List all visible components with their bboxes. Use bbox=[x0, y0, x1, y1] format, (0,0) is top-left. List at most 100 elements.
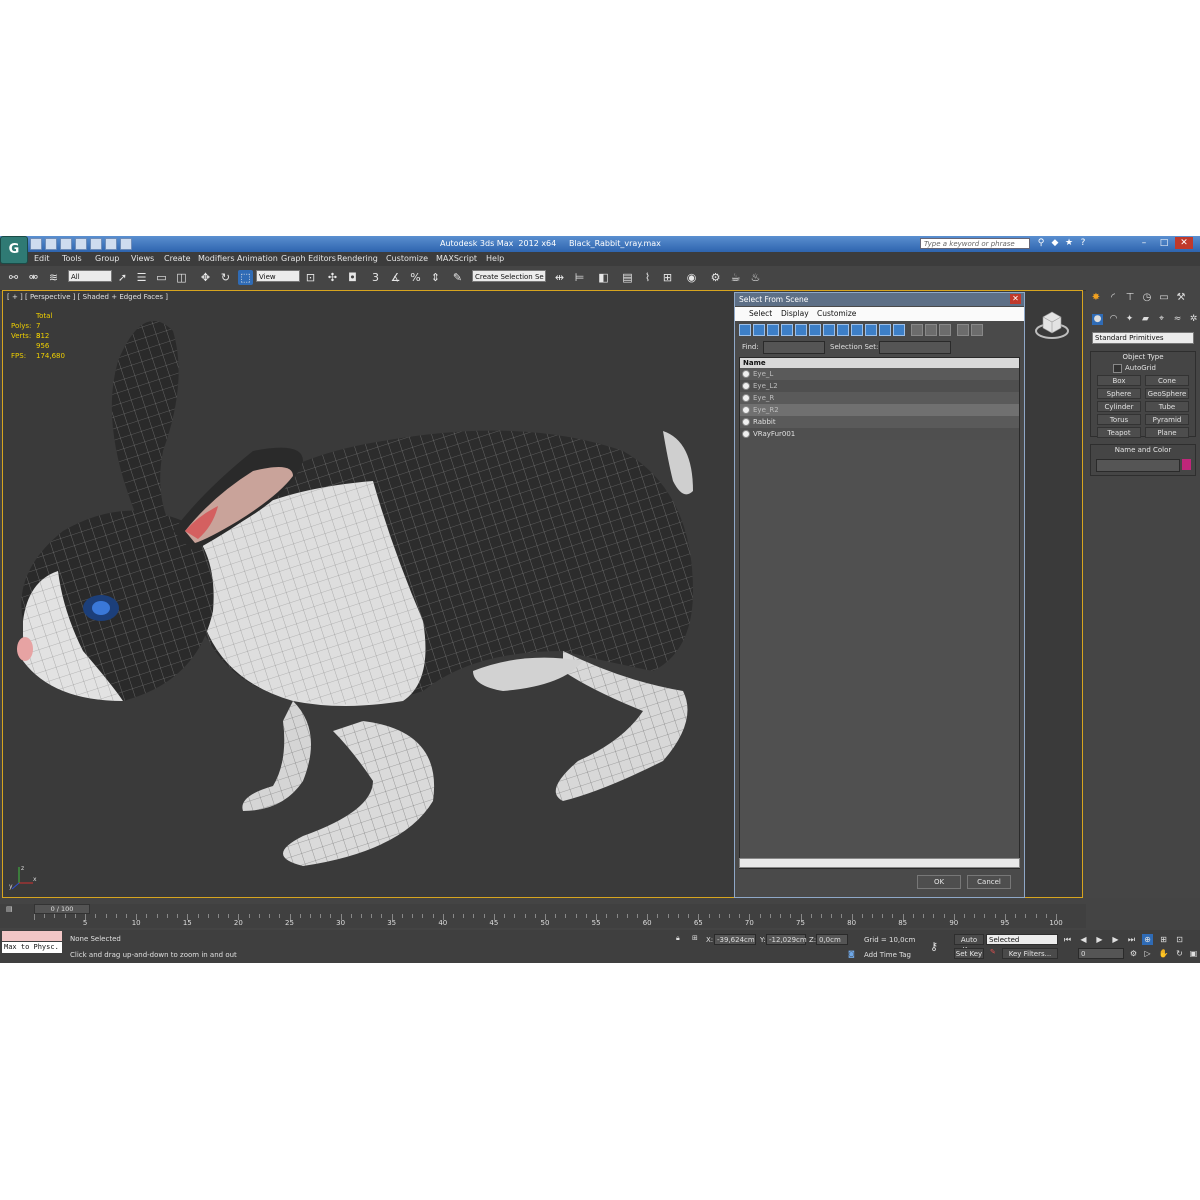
select-invert-icon[interactable] bbox=[939, 324, 951, 336]
orbit-icon[interactable]: ↻ bbox=[1174, 948, 1185, 959]
select-all-icon[interactable] bbox=[911, 324, 923, 336]
undo-icon[interactable] bbox=[75, 238, 87, 250]
dialog-menu-customize[interactable]: Customize bbox=[817, 309, 856, 318]
pivot-center-icon[interactable]: ⊡ bbox=[303, 270, 318, 285]
zoom-all-icon[interactable]: ⊞ bbox=[1158, 934, 1169, 945]
display-helpers-icon[interactable] bbox=[795, 324, 807, 336]
help-icon[interactable]: ? bbox=[1078, 238, 1088, 248]
utilities-tab-icon[interactable]: ⚒ bbox=[1175, 292, 1187, 304]
layer-manager-icon[interactable]: ◧ bbox=[596, 270, 611, 285]
selection-set-dropdown[interactable] bbox=[879, 341, 951, 354]
next-frame-icon[interactable]: ▶ bbox=[1110, 934, 1121, 945]
menu-rendering[interactable]: Rendering bbox=[337, 254, 378, 263]
helpers-icon[interactable]: ⌖ bbox=[1156, 314, 1167, 325]
hold-icon[interactable] bbox=[105, 238, 117, 250]
primitive-category-dropdown[interactable]: Standard Primitives bbox=[1092, 332, 1194, 344]
unlink-icon[interactable]: ⚮ bbox=[26, 270, 41, 285]
go-to-start-icon[interactable]: ⏮ bbox=[1062, 934, 1073, 945]
dialog-title-bar[interactable]: Select From Scene ✕ bbox=[735, 293, 1024, 306]
torus-button[interactable]: Torus bbox=[1097, 414, 1141, 425]
display-geometry-icon[interactable] bbox=[739, 324, 751, 336]
space-warps-icon[interactable]: ≈ bbox=[1172, 314, 1183, 325]
selection-filter-dropdown[interactable]: All bbox=[68, 270, 112, 282]
systems-icon[interactable]: ✲ bbox=[1188, 314, 1199, 325]
display-lights-icon[interactable] bbox=[767, 324, 779, 336]
plane-button[interactable]: Plane bbox=[1145, 427, 1189, 438]
play-icon[interactable]: ▶ bbox=[1094, 934, 1105, 945]
pan-icon[interactable]: ✋ bbox=[1158, 948, 1169, 959]
select-manipulate-icon[interactable]: ✣ bbox=[325, 270, 340, 285]
object-list[interactable]: Name Eye_L Eye_L2 Eye_R Eye_R2 Rabbit VR… bbox=[739, 357, 1020, 869]
sort-icon[interactable] bbox=[971, 324, 983, 336]
graphite-tools-icon[interactable]: ▤ bbox=[620, 270, 635, 285]
select-rotate-icon[interactable]: ↻ bbox=[218, 270, 233, 285]
motion-tab-icon[interactable]: ◷ bbox=[1141, 292, 1153, 304]
timeline-ruler[interactable]: 5 10 15 20 25 30 35 40 45 50 55 60 65 70 75 80 85 90 95 100 bbox=[34, 914, 1063, 928]
render-setup-icon[interactable]: ⚙ bbox=[708, 270, 723, 285]
menu-graph-editors[interactable]: Graph Editors bbox=[281, 254, 336, 263]
key-filter-icon[interactable]: ✎ bbox=[990, 948, 996, 956]
close-icon[interactable]: ✕ bbox=[1175, 237, 1193, 249]
menu-group[interactable]: Group bbox=[95, 254, 119, 263]
field-of-view-icon[interactable]: ▷ bbox=[1142, 948, 1153, 959]
favorites-icon[interactable]: ★ bbox=[1064, 238, 1074, 248]
cancel-button[interactable]: Cancel bbox=[967, 875, 1011, 889]
mirror-icon[interactable]: ⇹ bbox=[552, 270, 567, 285]
select-none-icon[interactable] bbox=[925, 324, 937, 336]
find-input[interactable] bbox=[763, 341, 825, 354]
schematic-view-icon[interactable]: ⊞ bbox=[660, 270, 675, 285]
zoom-extents-icon[interactable]: ⊡ bbox=[1174, 934, 1185, 945]
filter-icon[interactable] bbox=[957, 324, 969, 336]
menu-edit[interactable]: Edit bbox=[34, 254, 50, 263]
time-configuration-icon[interactable]: ⚙ bbox=[1128, 948, 1139, 959]
window-crossing-icon[interactable]: ◫ bbox=[174, 270, 189, 285]
name-and-color-title[interactable]: Name and Color bbox=[1091, 446, 1195, 454]
display-groups-icon[interactable] bbox=[823, 324, 835, 336]
list-item[interactable]: VRayFur001 bbox=[740, 428, 1019, 440]
angle-snap-icon[interactable]: ∡ bbox=[388, 270, 403, 285]
menu-customize[interactable]: Customize bbox=[386, 254, 428, 263]
list-item[interactable]: Rabbit bbox=[740, 416, 1019, 428]
dialog-close-icon[interactable]: ✕ bbox=[1010, 294, 1021, 304]
mini-curve-toggle-icon[interactable]: ▤ bbox=[6, 905, 13, 913]
maxscript-listener-output[interactable] bbox=[2, 931, 62, 941]
bind-space-warp-icon[interactable]: ≋ bbox=[46, 270, 61, 285]
material-editor-icon[interactable]: ◉ bbox=[684, 270, 699, 285]
pyramid-button[interactable]: Pyramid bbox=[1145, 414, 1189, 425]
set-key-button[interactable]: Set Key bbox=[954, 948, 984, 959]
minimize-icon[interactable]: – bbox=[1135, 237, 1153, 249]
snaps-toggle-icon[interactable]: 3 bbox=[368, 270, 383, 285]
geometry-icon[interactable]: ● bbox=[1092, 314, 1103, 325]
previous-frame-icon[interactable]: ◀ bbox=[1078, 934, 1089, 945]
display-hidden-icon[interactable] bbox=[893, 324, 905, 336]
sphere-button[interactable]: Sphere bbox=[1097, 388, 1141, 399]
time-tag-icon[interactable]: ◙ bbox=[848, 950, 855, 958]
modify-tab-icon[interactable]: ◜ bbox=[1107, 292, 1119, 304]
ok-button[interactable]: OK bbox=[917, 875, 961, 889]
select-object-icon[interactable]: ➚ bbox=[115, 270, 130, 285]
edit-named-selection-icon[interactable]: ✎ bbox=[450, 270, 465, 285]
set-key-mode-icon[interactable]: ⚷ bbox=[930, 940, 938, 953]
lock-selection-icon[interactable]: 🔒︎ bbox=[676, 934, 680, 943]
autogrid-checkbox[interactable] bbox=[1113, 364, 1122, 373]
dialog-menu-display[interactable]: Display bbox=[781, 309, 809, 318]
menu-maxscript[interactable]: MAXScript bbox=[436, 254, 477, 263]
menu-create[interactable]: Create bbox=[164, 254, 191, 263]
menu-animation[interactable]: Animation bbox=[237, 254, 278, 263]
curve-editor-icon[interactable]: ⌇ bbox=[640, 270, 655, 285]
teapot-button[interactable]: Teapot bbox=[1097, 427, 1141, 438]
reference-coordinate-dropdown[interactable]: View bbox=[256, 270, 300, 282]
binoculars-icon[interactable]: ⚲ bbox=[1036, 238, 1046, 248]
menu-tools[interactable]: Tools bbox=[62, 254, 82, 263]
z-coordinate-input[interactable]: 0,0cm bbox=[816, 934, 848, 945]
go-to-end-icon[interactable]: ⏭ bbox=[1126, 934, 1137, 945]
dialog-menu-select[interactable]: Select bbox=[749, 309, 772, 318]
horizontal-scrollbar[interactable] bbox=[739, 858, 1020, 868]
key-mode-dropdown[interactable]: Selected bbox=[986, 934, 1058, 945]
viewcube-icon[interactable] bbox=[1035, 307, 1069, 341]
display-tab-icon[interactable]: ▭ bbox=[1158, 292, 1170, 304]
zoom-icon[interactable]: ⊕ bbox=[1142, 934, 1153, 945]
maxscript-listener-input[interactable]: Max to Physc. bbox=[2, 942, 62, 953]
maximize-viewport-icon[interactable]: ▣ bbox=[1188, 948, 1199, 959]
render-production-icon[interactable]: ♨ bbox=[748, 270, 763, 285]
